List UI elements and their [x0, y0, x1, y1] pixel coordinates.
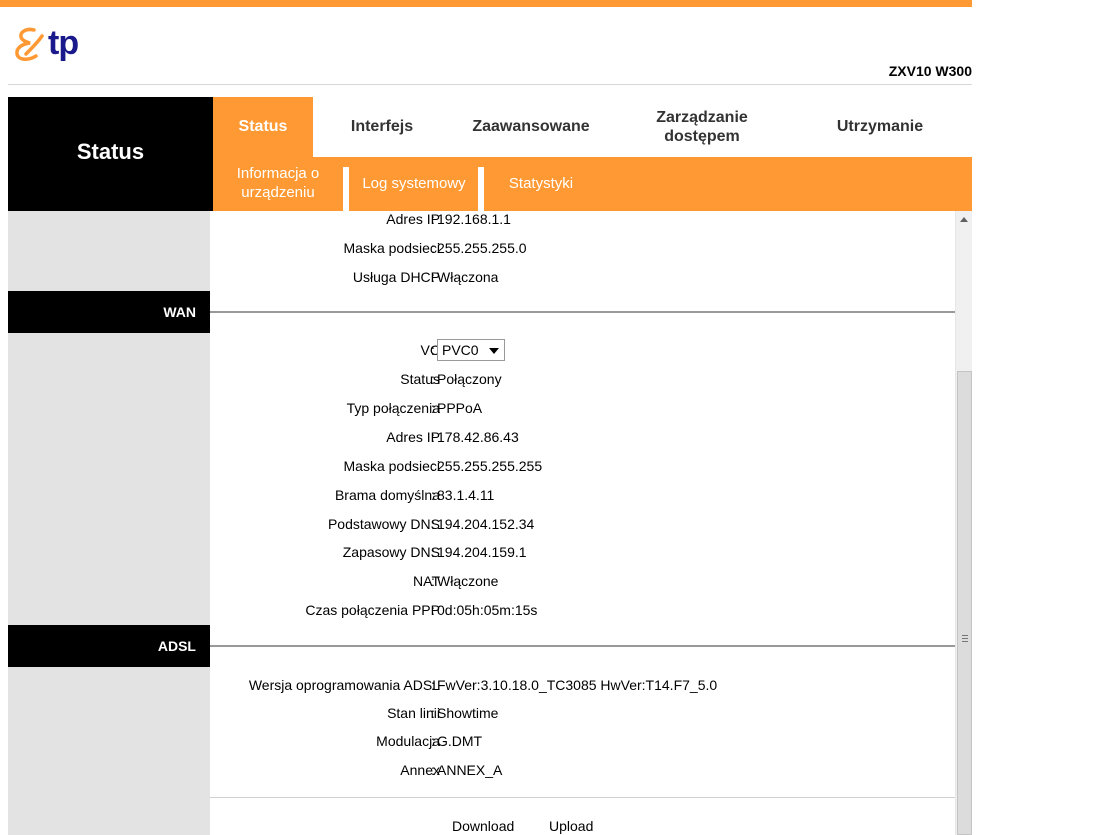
download-column-header: Download — [452, 818, 515, 834]
scrollbar-thumb[interactable] — [957, 371, 972, 835]
field-value: 194.204.159.1 — [437, 544, 527, 560]
wan-ip-row: Adres IP: 178.42.86.43 — [386, 429, 519, 445]
field-label: NAT — [413, 573, 440, 589]
field-value: 178.42.86.43 — [437, 429, 519, 445]
tp-logo: tp — [12, 24, 79, 63]
grip-line — [962, 638, 968, 639]
lan-mask-row: Maska podsieci: 255.255.255.0 — [343, 240, 527, 256]
scroll-up-arrow-icon[interactable] — [960, 217, 968, 222]
vertical-scrollbar[interactable] — [955, 211, 972, 835]
field-label: Brama domyślna — [334, 487, 440, 503]
field-value: 255.255.255.255 — [437, 458, 543, 474]
subtab-log-systemowy[interactable]: Log systemowy — [357, 157, 471, 211]
main-menu: Status Interfejs Zaawansowane Zarządzani… — [213, 97, 972, 157]
field-value: Włączone — [437, 573, 499, 589]
field-value: FwVer:3.10.18.0_TC3085 HwVer:T14.F7_5.0 — [437, 677, 718, 693]
wan-vc-row: VC: — [420, 342, 440, 358]
field-value: Połączony — [437, 371, 502, 387]
sub-menu: Informacja o urządzeniu Log systemowy St… — [213, 157, 972, 211]
vc-select[interactable]: PVC0 — [437, 339, 505, 361]
field-label: Maska podsieci — [343, 240, 441, 256]
wan-dns2-row: Zapasowy DNS: 194.204.159.1 — [342, 544, 527, 560]
vc-select-value: PVC0 — [442, 342, 479, 358]
field-value: Showtime — [437, 705, 499, 721]
section-wan-label: WAN — [8, 291, 210, 333]
wan-type-row: Typ połączenia: PPPoA — [346, 400, 483, 416]
field-value: 255.255.255.0 — [437, 240, 527, 256]
field-value: 194.204.152.34 — [437, 516, 535, 532]
left-title: Status — [76, 139, 145, 164]
adsl-bottom-divider — [210, 797, 955, 798]
field-label: Czas połączenia PPP — [305, 602, 440, 618]
wan-gateway-row: Brama domyślna: 83.1.4.11 — [334, 487, 495, 503]
field-value: Włączona — [437, 269, 499, 285]
wan-dns1-row: Podstawowy DNS: 194.204.152.34 — [327, 516, 535, 532]
field-label: Wersja oprogramowania ADSL — [248, 677, 440, 693]
submenu-separator — [343, 167, 349, 211]
lan-dhcp-row: Usługa DHCP: Włączona — [352, 269, 499, 285]
upload-column-header: Upload — [549, 818, 594, 834]
logo-text: tp — [48, 24, 79, 62]
status-content: Adres IP: 192.168.1.1 Maska podsieci: 25… — [210, 211, 955, 835]
adsl-line-row: Stan linii: Showtime — [387, 705, 499, 721]
submenu-separator — [478, 167, 484, 211]
field-label: Usługa DHCP — [352, 269, 440, 285]
tp-logo-icon — [15, 27, 44, 61]
field-value: PPPoA — [437, 400, 483, 416]
wan-status-row: Status: Połączony — [400, 371, 502, 387]
subtab-informacja-o-urzadzeniu[interactable]: Informacja o urządzeniu — [229, 157, 327, 211]
wan-nat-row: NAT: Włączone — [413, 573, 499, 589]
tab-zarzadzanie-dostepem[interactable]: Zarządzanie dostępem — [634, 97, 770, 157]
grip-line — [962, 635, 968, 636]
grip-line — [962, 641, 968, 642]
tab-interfejs[interactable]: Interfejs — [329, 97, 435, 157]
subtab-statystyki[interactable]: Statystyki — [498, 157, 584, 211]
tab-utrzymanie[interactable]: Utrzymanie — [807, 97, 953, 157]
field-value: 0d:05h:05m:15s — [437, 602, 538, 618]
field-label: Maska podsieci — [343, 458, 441, 474]
field-label: Zapasowy DNS — [342, 544, 440, 560]
wan-mask-row: Maska podsieci: 255.255.255.255 — [343, 458, 543, 474]
chevron-down-icon — [489, 348, 499, 354]
tab-zaawansowane[interactable]: Zaawansowane — [458, 97, 604, 157]
header-divider — [8, 84, 972, 85]
wan-ppp-time-row: Czas połączenia PPP: 0d:05h:05m:15s — [305, 602, 538, 618]
adsl-fw-row: Wersja oprogramowania ADSL: FwVer:3.10.1… — [248, 677, 718, 693]
tab-status[interactable]: Status — [213, 97, 313, 157]
lan-ip-row: Adres IP: 192.168.1.1 — [386, 211, 511, 227]
field-label: Podstawowy DNS — [327, 516, 440, 532]
field-value: ANNEX_A — [437, 762, 503, 778]
section-adsl-label: ADSL — [8, 625, 210, 667]
field-value: 192.168.1.1 — [437, 211, 511, 227]
device-model: ZXV10 W300 — [888, 63, 972, 79]
adsl-annex-row: Annex: ANNEX_A — [400, 762, 503, 778]
field-label: Typ połączenia — [346, 400, 440, 416]
left-title-panel: Status — [8, 97, 213, 211]
adsl-modulation-row: Modulacja: G.DMT — [376, 733, 483, 749]
field-value: G.DMT — [437, 733, 483, 749]
field-value: 83.1.4.11 — [437, 487, 495, 503]
top-accent-bar — [0, 0, 972, 7]
